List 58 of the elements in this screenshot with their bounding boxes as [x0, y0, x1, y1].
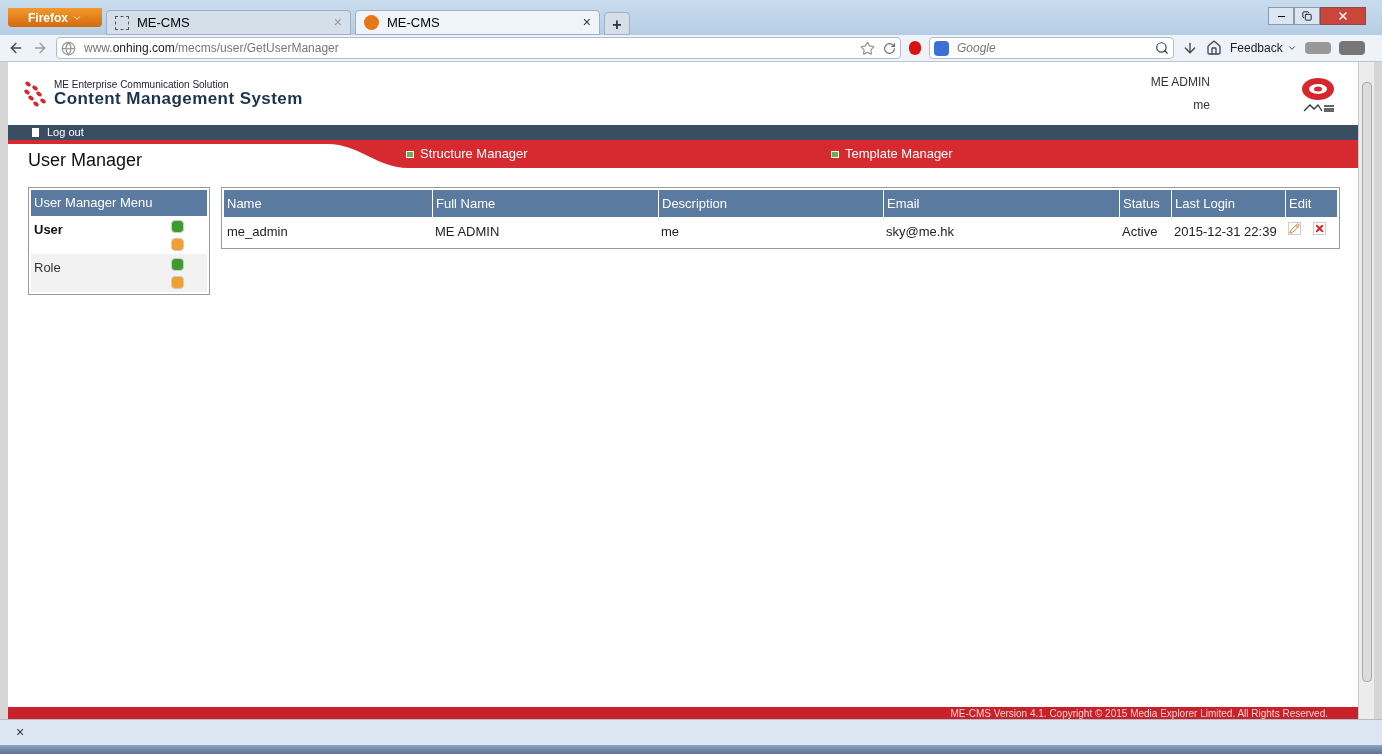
- search-field[interactable]: Google: [929, 37, 1174, 59]
- header-title: Content Management System: [54, 90, 303, 107]
- blank-page-icon: [115, 15, 129, 30]
- column-header: Status: [1119, 190, 1171, 217]
- forward-icon[interactable]: [32, 40, 48, 56]
- search-icon[interactable]: [1155, 41, 1169, 55]
- browser-tab[interactable]: ME-CMS ×: [106, 10, 351, 35]
- tab-title: ME-CMS: [137, 13, 191, 32]
- nav-link[interactable]: Structure Manager: [406, 146, 831, 162]
- nav-link[interactable]: Template Manager: [831, 146, 953, 162]
- bookmark-star-icon[interactable]: [860, 40, 875, 56]
- globe-icon: [61, 40, 76, 56]
- close-button[interactable]: [1320, 7, 1366, 25]
- header-subtitle: ME Enterprise Communication Solution: [54, 80, 230, 90]
- user-name: ME ADMIN: [1150, 74, 1210, 91]
- close-icon[interactable]: ×: [582, 12, 591, 33]
- caret-icon: [1286, 43, 1297, 53]
- feedback-button[interactable]: Feedback: [1230, 39, 1297, 57]
- menu-item[interactable]: Role: [31, 254, 207, 292]
- site-icon: [364, 15, 379, 30]
- column-header: Last Login: [1171, 190, 1285, 217]
- back-icon[interactable]: [8, 40, 24, 56]
- table-cell-text: Active: [1121, 222, 1159, 241]
- table-cell-text: 2015-12-31 22:39: [1173, 222, 1278, 241]
- table-cell-text: me: [660, 222, 681, 241]
- reload-icon[interactable]: [883, 41, 896, 55]
- extension-icon[interactable]: [909, 41, 921, 55]
- edit-icon[interactable]: [1288, 222, 1301, 235]
- restore-button[interactable]: [1294, 7, 1320, 25]
- tab-title: ME-CMS: [387, 13, 441, 32]
- search-placeholder: Google: [957, 40, 997, 57]
- restore-icon: [1302, 11, 1312, 21]
- logout-link[interactable]: Log out: [32, 124, 84, 141]
- add-icon[interactable]: [171, 220, 184, 233]
- column-header: Edit: [1285, 190, 1337, 217]
- table-cell-text: ME ADMIN: [434, 222, 501, 241]
- column-header: Full Name: [432, 190, 658, 217]
- page-title: User Manager: [28, 149, 144, 172]
- download-icon[interactable]: [1182, 40, 1198, 56]
- column-header: Description: [658, 190, 883, 217]
- user-description: me: [1193, 97, 1210, 114]
- delete-icon[interactable]: [1313, 222, 1326, 235]
- column-header: Email: [883, 190, 1119, 217]
- search-engine-icon: [934, 40, 949, 56]
- find-bar-close-button[interactable]: ×: [16, 722, 25, 743]
- close-icon: [1337, 10, 1349, 22]
- footer-text: ME-CMS Version 4.1. Copyright © 2015 Media Explorer Limited. All Rights Reserved.: [950, 709, 1328, 719]
- table-cell-text: sky@me.hk: [885, 222, 956, 241]
- browser-tab[interactable]: ME-CMS ×: [355, 10, 600, 35]
- new-tab-button[interactable]: +: [604, 12, 630, 35]
- home-icon[interactable]: [1206, 40, 1222, 56]
- address-bar[interactable]: www.onhing.com/mecms/user/GetUserManager: [56, 37, 901, 59]
- logo-icon: [24, 80, 48, 107]
- add-icon[interactable]: [171, 258, 184, 271]
- url-text: www.onhing.com/mecms/user/GetUserManager: [84, 40, 340, 57]
- column-header: Name: [226, 194, 263, 213]
- table-cell-text: me_admin: [226, 222, 289, 241]
- menu-header: User Manager Menu: [31, 190, 207, 216]
